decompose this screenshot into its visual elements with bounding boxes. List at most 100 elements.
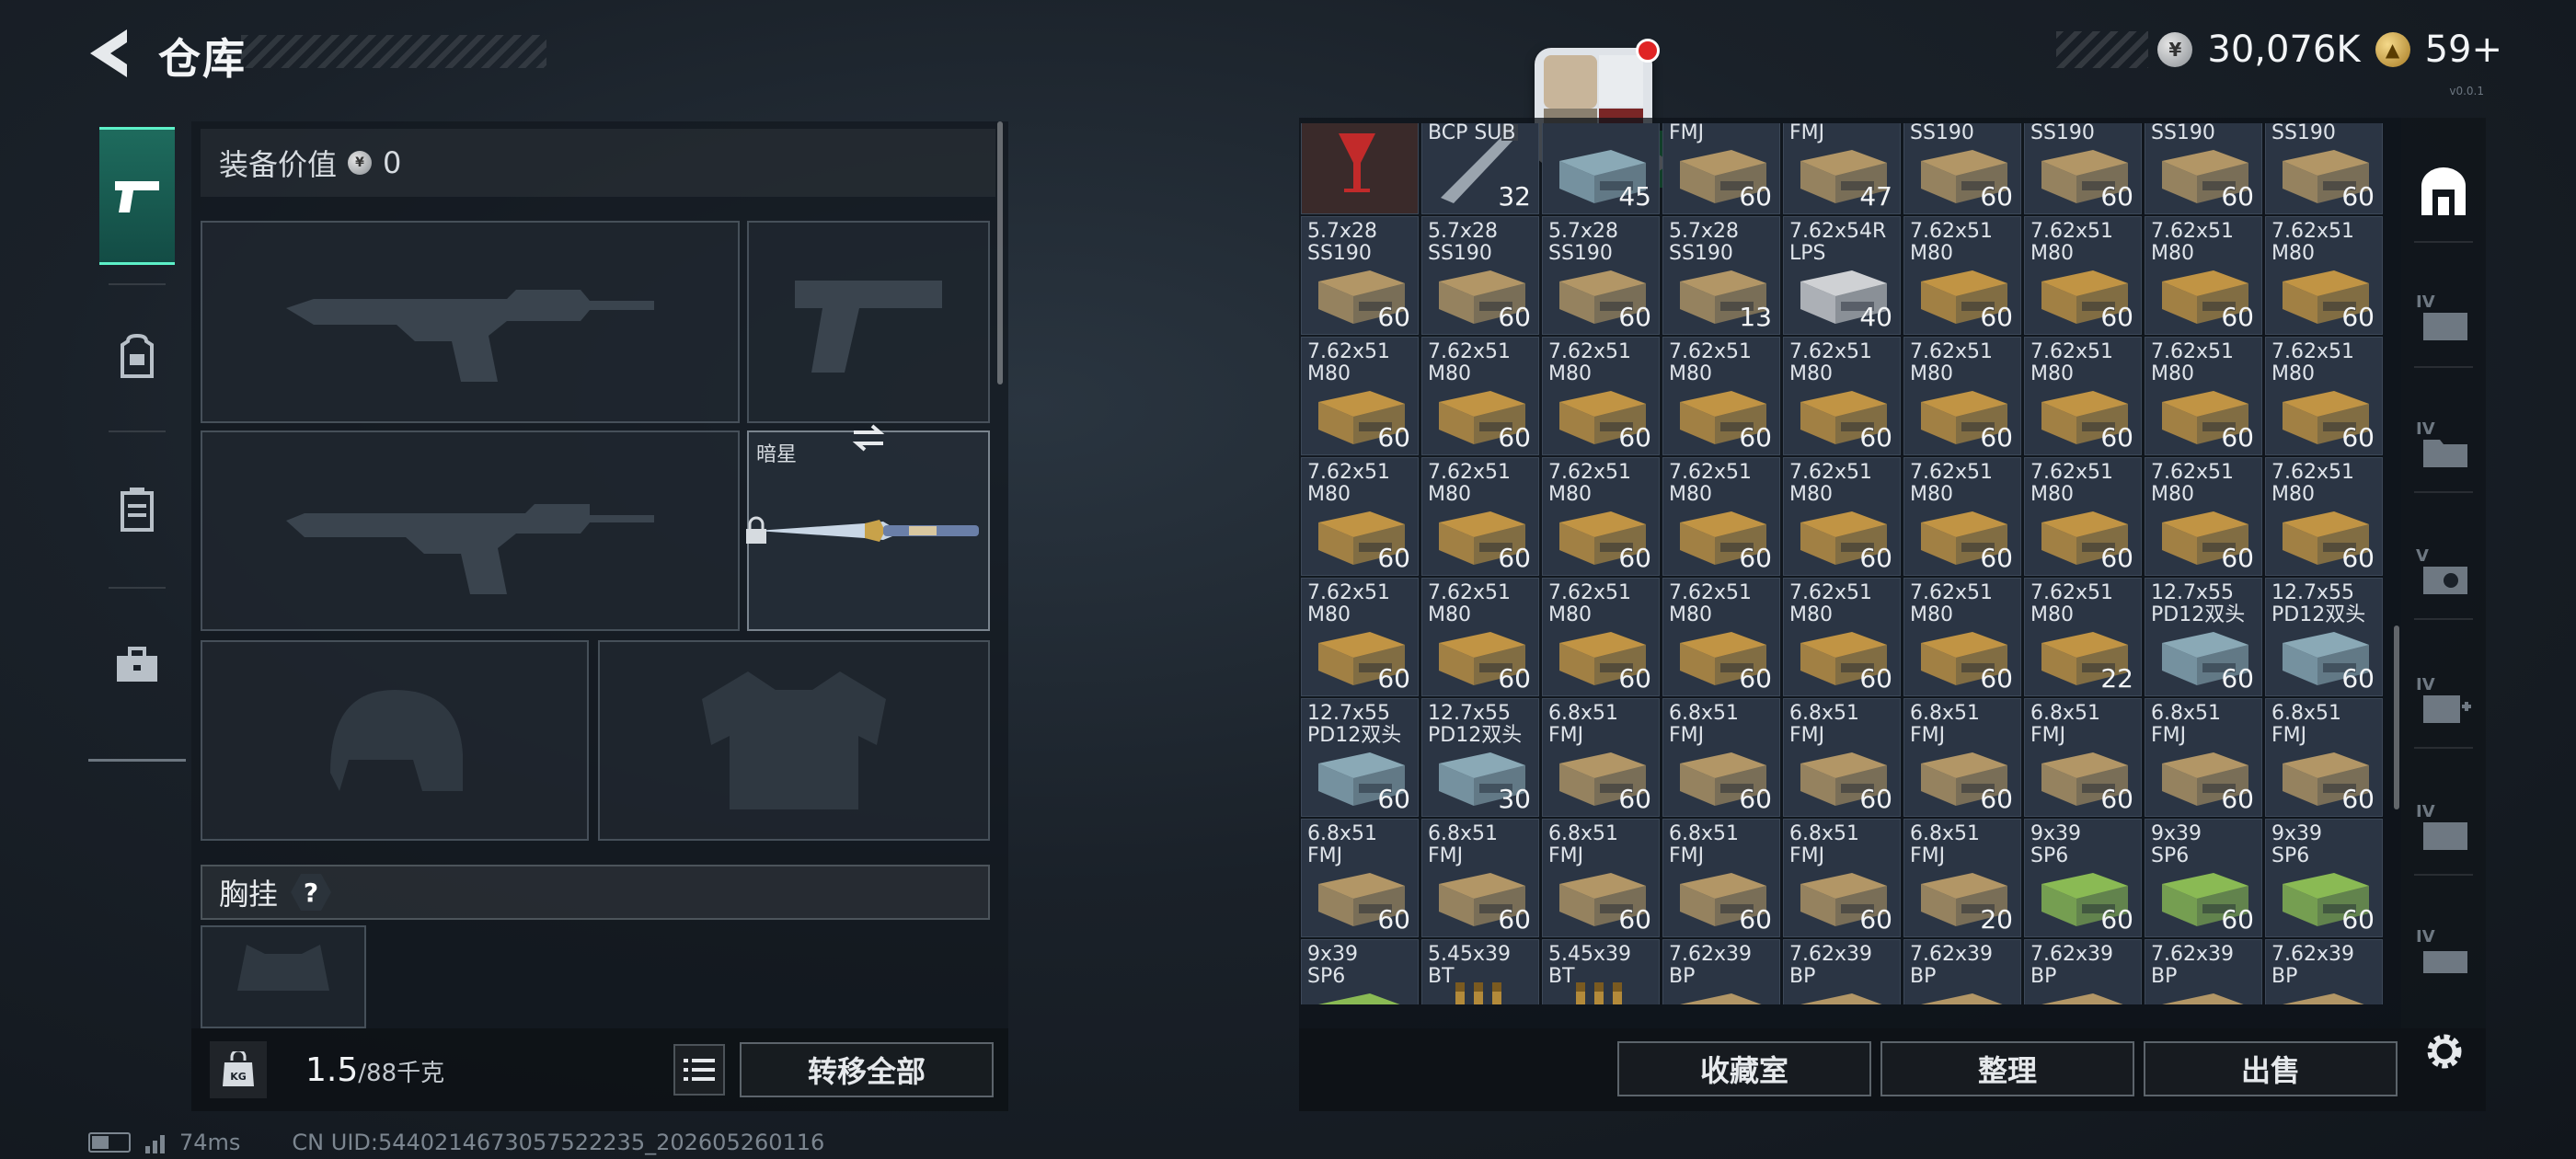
rail-tab-weapons[interactable] <box>99 127 175 265</box>
storage-item[interactable]: 12.7x55 PD12双头 60 <box>2265 578 2383 696</box>
storage-item[interactable]: 7.62x51 M80 60 <box>2265 457 2383 576</box>
storage-item[interactable]: 6.8x51 FMJ 60 <box>2024 698 2142 817</box>
storage-item[interactable]: 6.8x51 FMJ 60 <box>1783 819 1901 937</box>
storage-item[interactable]: 6.8x51 FMJ 60 <box>1662 123 1780 214</box>
storage-item[interactable]: 7.62x51 M80 60 <box>1662 337 1780 455</box>
storage-item[interactable]: 6.8x51 FMJ 60 <box>2265 698 2383 817</box>
storage-item[interactable]: 6.8x51 FMJ 60 <box>1301 819 1419 937</box>
storage-item[interactable]: 9x39 SP6 <box>1301 939 1419 1004</box>
storage-item[interactable]: 45 <box>1542 123 1660 214</box>
storage-item[interactable]: 7.62x39 BP <box>2145 939 2262 1004</box>
storage-item[interactable]: 6.8x51 FMJ 60 <box>1542 698 1660 817</box>
transfer-all-button[interactable]: 转移全部 <box>740 1042 994 1097</box>
storage-item[interactable]: 7.62x51 M80 60 <box>1783 457 1901 576</box>
storage-item[interactable]: 6.8x51 FMJ 60 <box>1421 819 1539 937</box>
storage-item[interactable]: 9x39 SP6 60 <box>2145 819 2262 937</box>
storage-item[interactable]: 6.8x51 FMJ 60 <box>1662 819 1780 937</box>
pistol-slot[interactable] <box>747 221 990 423</box>
back-button[interactable] <box>85 26 132 81</box>
storage-item[interactable]: 7.62x51 M80 60 <box>1421 337 1539 455</box>
sell-button[interactable]: 出售 <box>2144 1041 2398 1096</box>
storage-item[interactable]: 7.62x51 M80 60 <box>1542 337 1660 455</box>
storage-item[interactable]: 7.62x51 M80 60 <box>1903 216 2021 335</box>
storage-item[interactable]: 6.8x51 FMJ 60 <box>1783 698 1901 817</box>
storage-item[interactable]: 6.8x51 FMJ 60 <box>1542 819 1660 937</box>
helmet-slot[interactable] <box>201 640 589 841</box>
storage-item[interactable]: 7.62x51 M80 60 <box>1301 578 1419 696</box>
collection-room-button[interactable]: 收藏室 <box>1617 1041 1871 1096</box>
equipment-scrollbar[interactable] <box>997 121 1003 384</box>
storage-item[interactable]: 7.62x51 M80 60 <box>1783 337 1901 455</box>
storage-item[interactable]: .300 BLK BCP SUB 32 <box>1421 123 1539 214</box>
storage-item[interactable]: 12.7x55 PD12双头 60 <box>2145 578 2262 696</box>
storage-item[interactable]: 5.7x28 SS190 60 <box>1903 123 2021 214</box>
primary-weapon-slot[interactable] <box>201 221 740 423</box>
storage-item[interactable]: 6.8x51 FMJ 60 <box>1662 698 1780 817</box>
storage-item[interactable]: 7.62x39 BP <box>1903 939 2021 1004</box>
storage-item[interactable]: 7.62x51 M80 60 <box>2024 216 2142 335</box>
storage-item[interactable]: 7.62x51 M80 60 <box>1301 457 1419 576</box>
storage-item[interactable]: 5.45x39 BT <box>1421 939 1539 1004</box>
storage-item[interactable]: 6.8x51 FMJ 20 <box>1903 819 2021 937</box>
storage-item[interactable]: 7.62x51 M80 60 <box>1783 578 1901 696</box>
storage-item[interactable]: 7.62x51 M80 60 <box>1903 337 2021 455</box>
rail-tab-case[interactable] <box>99 605 175 725</box>
storage-item[interactable]: 7.62x51 M80 60 <box>2265 216 2383 335</box>
rail-tab-storage[interactable] <box>99 449 175 568</box>
storage-item[interactable]: 7.62x39 BP <box>2265 939 2383 1004</box>
storage-scrollbar[interactable] <box>2394 625 2399 809</box>
storage-item[interactable]: 5.7x28 SS190 60 <box>2265 123 2383 214</box>
storage-item[interactable]: 7.62x51 M80 60 <box>2265 337 2383 455</box>
storage-item[interactable]: 7.62x51 M80 60 <box>2145 216 2262 335</box>
storage-item[interactable]: 7.62x51 M80 60 <box>2145 337 2262 455</box>
storage-item[interactable] <box>1301 123 1419 214</box>
list-view-button[interactable] <box>673 1044 725 1096</box>
storage-tab-all[interactable] <box>2410 158 2477 224</box>
rail-tab-backpack[interactable] <box>99 297 175 417</box>
storage-item[interactable]: 7.62x51 M80 60 <box>1542 457 1660 576</box>
storage-item[interactable]: 5.7x28 SS190 60 <box>1421 216 1539 335</box>
organize-button[interactable]: 整理 <box>1880 1041 2134 1096</box>
storage-item[interactable]: 5.7x28 SS190 60 <box>1301 216 1419 335</box>
storage-item[interactable]: 12.7x55 PD12双头 30 <box>1421 698 1539 817</box>
storage-item[interactable]: 7.62x51 M80 60 <box>2145 457 2262 576</box>
storage-tab-iv-tools[interactable]: IV <box>2410 795 2477 861</box>
storage-item[interactable]: 7.62x51 M80 60 <box>1662 578 1780 696</box>
storage-tab-iv-misc[interactable]: IV <box>2410 920 2477 986</box>
storage-item[interactable]: 7.62x51 M80 60 <box>2024 337 2142 455</box>
settings-button[interactable] <box>2414 1021 2475 1082</box>
storage-item[interactable]: 7.62x39 BP <box>1783 939 1901 1004</box>
storage-tab-iv-gear[interactable]: IV <box>2410 285 2477 351</box>
armor-slot[interactable] <box>598 640 990 841</box>
storage-item[interactable]: 7.62x51 M80 60 <box>1903 578 2021 696</box>
swap-icon[interactable] <box>850 423 887 453</box>
gold-currency-value[interactable]: 59+ <box>2425 29 2502 71</box>
chest-rig-slot[interactable] <box>201 925 366 1028</box>
storage-item[interactable]: 9x39 SP6 60 <box>2265 819 2383 937</box>
storage-item[interactable]: 12.7x55 PD12双头 60 <box>1301 698 1419 817</box>
storage-item[interactable]: 7.62x54R LPS 40 <box>1783 216 1901 335</box>
storage-item[interactable]: 5.7x28 SS190 60 <box>1542 216 1660 335</box>
melee-slot[interactable]: 暗星 <box>746 424 990 631</box>
storage-item[interactable]: 7.62x51 M80 60 <box>1903 457 2021 576</box>
storage-item[interactable]: 7.62x51 M80 22 <box>2024 578 2142 696</box>
storage-item[interactable]: 6.8x51 FMJ 60 <box>1903 698 2021 817</box>
help-icon[interactable]: ? <box>291 874 332 911</box>
storage-item[interactable]: 7.62x51 M80 60 <box>2024 457 2142 576</box>
storage-item[interactable]: 5.45x39 BT <box>1542 939 1660 1004</box>
storage-tab-iv-folder[interactable]: IV <box>2410 412 2477 478</box>
storage-item[interactable]: 5.7x28 SS190 60 <box>2145 123 2262 214</box>
storage-item[interactable]: 7.62x39 BP <box>2024 939 2142 1004</box>
storage-item[interactable]: 5.7x28 SS190 13 <box>1662 216 1780 335</box>
storage-tab-v-ammo[interactable]: V <box>2410 539 2477 605</box>
storage-item[interactable]: 6.8x51 FMJ 60 <box>2145 698 2262 817</box>
storage-item[interactable]: 7.62x51 M80 60 <box>1421 457 1539 576</box>
secondary-weapon-slot[interactable] <box>201 430 740 631</box>
storage-item[interactable]: 5.7x28 SS190 60 <box>2024 123 2142 214</box>
storage-item[interactable]: 7.62x51 M80 60 <box>1301 337 1419 455</box>
storage-item[interactable]: 7.62x51 M80 60 <box>1542 578 1660 696</box>
storage-item[interactable]: 7.62x39 BP <box>1662 939 1780 1004</box>
storage-item[interactable]: 7.62x51 M80 60 <box>1421 578 1539 696</box>
storage-item[interactable]: .50 AE FMJ 47 <box>1783 123 1901 214</box>
storage-item[interactable]: 7.62x51 M80 60 <box>1662 457 1780 576</box>
